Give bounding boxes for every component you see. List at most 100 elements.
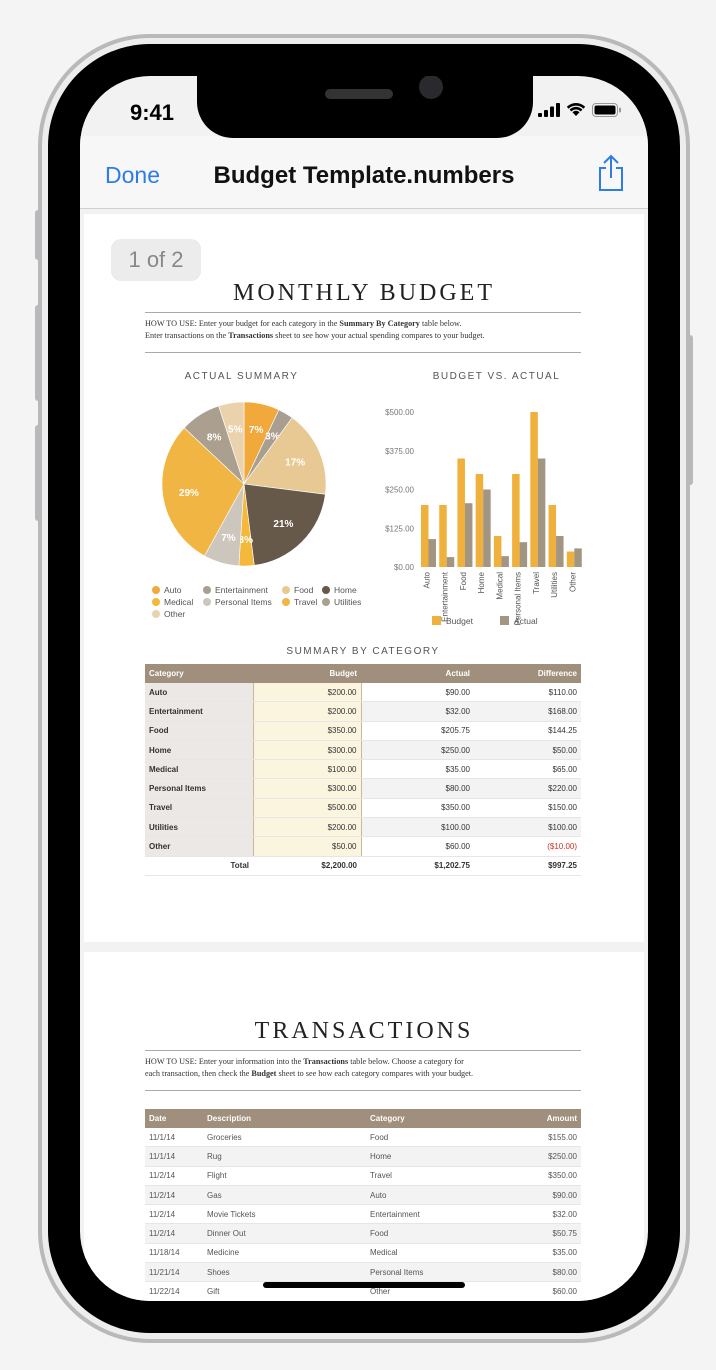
table-cell[interactable]: $200.00	[253, 683, 362, 703]
table-cell[interactable]: $168.00	[474, 701, 581, 722]
table-cell[interactable]: Other	[145, 836, 254, 857]
bar-actual-travel	[537, 458, 546, 567]
table-cell[interactable]: Medical	[366, 1243, 474, 1264]
table-cell[interactable]: Home	[366, 1146, 474, 1167]
table-cell[interactable]: Auto	[366, 1185, 474, 1206]
howto-text: HOW TO USE: Enter your information into …	[145, 1057, 304, 1066]
table-cell[interactable]: $60.00	[361, 836, 474, 857]
table-cell[interactable]: $205.75	[361, 721, 474, 741]
table-cell[interactable]: $110.00	[474, 683, 581, 703]
legend-swatch	[152, 598, 160, 606]
table-cell[interactable]: Entertainment	[366, 1204, 474, 1225]
pie-data-label: 7%	[221, 533, 236, 544]
table-cell[interactable]: $300.00	[253, 778, 362, 799]
table-cell[interactable]: Shoes	[203, 1262, 366, 1283]
table-cell[interactable]: Dinner Out	[203, 1223, 366, 1244]
legend-item-other: Other	[152, 609, 185, 619]
table-cell[interactable]: ($10.00)	[474, 836, 581, 857]
table-header-row: Date Description Category Amount	[145, 1109, 581, 1128]
table-cell[interactable]: $50.00	[474, 740, 581, 761]
table-cell[interactable]: 11/2/14	[145, 1166, 203, 1186]
table-cell[interactable]: $500.00	[253, 798, 362, 819]
table-cell[interactable]: $350.00	[253, 721, 362, 741]
legend-item-entertainment: Entertainment	[203, 585, 268, 595]
table-cell[interactable]: Travel	[145, 798, 254, 819]
pie-data-label: 5%	[228, 424, 243, 435]
table-row: 11/2/14 Dinner Out Food $50.75	[145, 1223, 581, 1244]
transactions-table: Date Description Category Amount 11/1/14…	[145, 1109, 581, 1301]
table-cell[interactable]: 11/1/14	[145, 1128, 203, 1148]
pie-chart-title: ACTUAL SUMMARY	[184, 371, 299, 382]
table-cell[interactable]: 11/2/14	[145, 1185, 203, 1206]
table-cell[interactable]: Food	[366, 1223, 474, 1244]
table-cell[interactable]: Personal Items	[145, 778, 254, 799]
table-cell[interactable]: $250.00	[474, 1146, 581, 1167]
table-cell[interactable]: $35.00	[361, 759, 474, 780]
table-cell[interactable]: Home	[145, 740, 254, 761]
table-cell[interactable]: Food	[145, 721, 254, 741]
legend-swatch	[282, 598, 290, 606]
table-cell[interactable]: $32.00	[474, 1204, 581, 1225]
table-row: 11/1/14 Rug Home $250.00	[145, 1146, 581, 1167]
table-cell[interactable]: $100.00	[474, 817, 581, 838]
legend-item-medical: Medical	[152, 597, 193, 607]
table-cell[interactable]: 11/2/14	[145, 1223, 203, 1244]
table-cell[interactable]: Auto	[145, 683, 254, 703]
table-cell[interactable]: $65.00	[474, 759, 581, 780]
table-cell[interactable]: Medicine	[203, 1243, 366, 1264]
y-tick-label: $500.00	[385, 408, 414, 417]
table-cell[interactable]: $250.00	[361, 740, 474, 761]
table-cell[interactable]: $300.00	[253, 740, 362, 761]
table-cell[interactable]: Rug	[203, 1146, 366, 1167]
legend-label-budget: Budget	[446, 616, 474, 626]
table-cell[interactable]: $200.00	[253, 701, 362, 722]
table-cell[interactable]: Travel	[366, 1166, 474, 1186]
howto-text: HOW TO USE: Enter your budget for each c…	[145, 319, 340, 328]
table-cell[interactable]: $90.00	[361, 683, 474, 703]
table-cell[interactable]: $35.00	[474, 1243, 581, 1264]
bar-budget-auto	[421, 505, 429, 567]
table-cell[interactable]: Groceries	[203, 1128, 366, 1148]
x-tick-label: Home	[477, 571, 486, 593]
legend-swatch	[203, 586, 211, 594]
table-cell[interactable]: $220.00	[474, 778, 581, 799]
table-cell[interactable]: $100.00	[253, 759, 362, 780]
bar-budget-home	[475, 474, 484, 567]
table-cell[interactable]: Utilities	[145, 817, 254, 838]
table-cell[interactable]: Personal Items	[366, 1262, 474, 1283]
table-cell[interactable]: $350.00	[474, 1166, 581, 1186]
x-tick-label: Utilities	[550, 572, 559, 598]
table-cell[interactable]: $32.00	[361, 701, 474, 722]
table-cell[interactable]: $80.00	[474, 1262, 581, 1283]
table-cell[interactable]: $350.00	[361, 798, 474, 819]
table-cell[interactable]: Medical	[145, 759, 254, 780]
table-cell[interactable]: Flight	[203, 1166, 366, 1186]
table-cell[interactable]: 11/21/14	[145, 1262, 203, 1283]
table-cell[interactable]: $90.00	[474, 1185, 581, 1206]
table-cell[interactable]: $150.00	[474, 798, 581, 819]
table-cell[interactable]: Entertainment	[145, 701, 254, 722]
legend-swatch	[322, 598, 330, 606]
table-cell[interactable]: $50.00	[253, 836, 362, 857]
legend-label: Travel	[294, 597, 318, 607]
table-cell[interactable]: $155.00	[474, 1128, 581, 1148]
table-cell[interactable]: Gas	[203, 1185, 366, 1206]
share-icon	[599, 154, 623, 191]
home-indicator[interactable]	[263, 1282, 465, 1288]
table-cell[interactable]: Food	[366, 1128, 474, 1148]
table-cell[interactable]: $200.00	[253, 817, 362, 838]
table-cell[interactable]: 11/18/14	[145, 1243, 203, 1264]
bar-budget-personal-items	[512, 474, 520, 567]
howto-text: each transaction, then check the	[145, 1069, 252, 1078]
share-button[interactable]	[596, 154, 626, 197]
table-cell[interactable]: 11/2/14	[145, 1204, 203, 1225]
table-row: Medical $100.00 $35.00 $65.00	[145, 759, 581, 780]
table-cell[interactable]: $60.00	[474, 1281, 581, 1301]
table-cell[interactable]: $100.00	[361, 817, 474, 838]
table-cell[interactable]: $144.25	[474, 721, 581, 741]
table-cell[interactable]: $50.75	[474, 1223, 581, 1244]
table-cell[interactable]: $80.00	[361, 778, 474, 799]
table-cell[interactable]: 11/22/14	[145, 1281, 203, 1301]
table-cell[interactable]: 11/1/14	[145, 1146, 203, 1167]
table-cell[interactable]: Movie Tickets	[203, 1204, 366, 1225]
